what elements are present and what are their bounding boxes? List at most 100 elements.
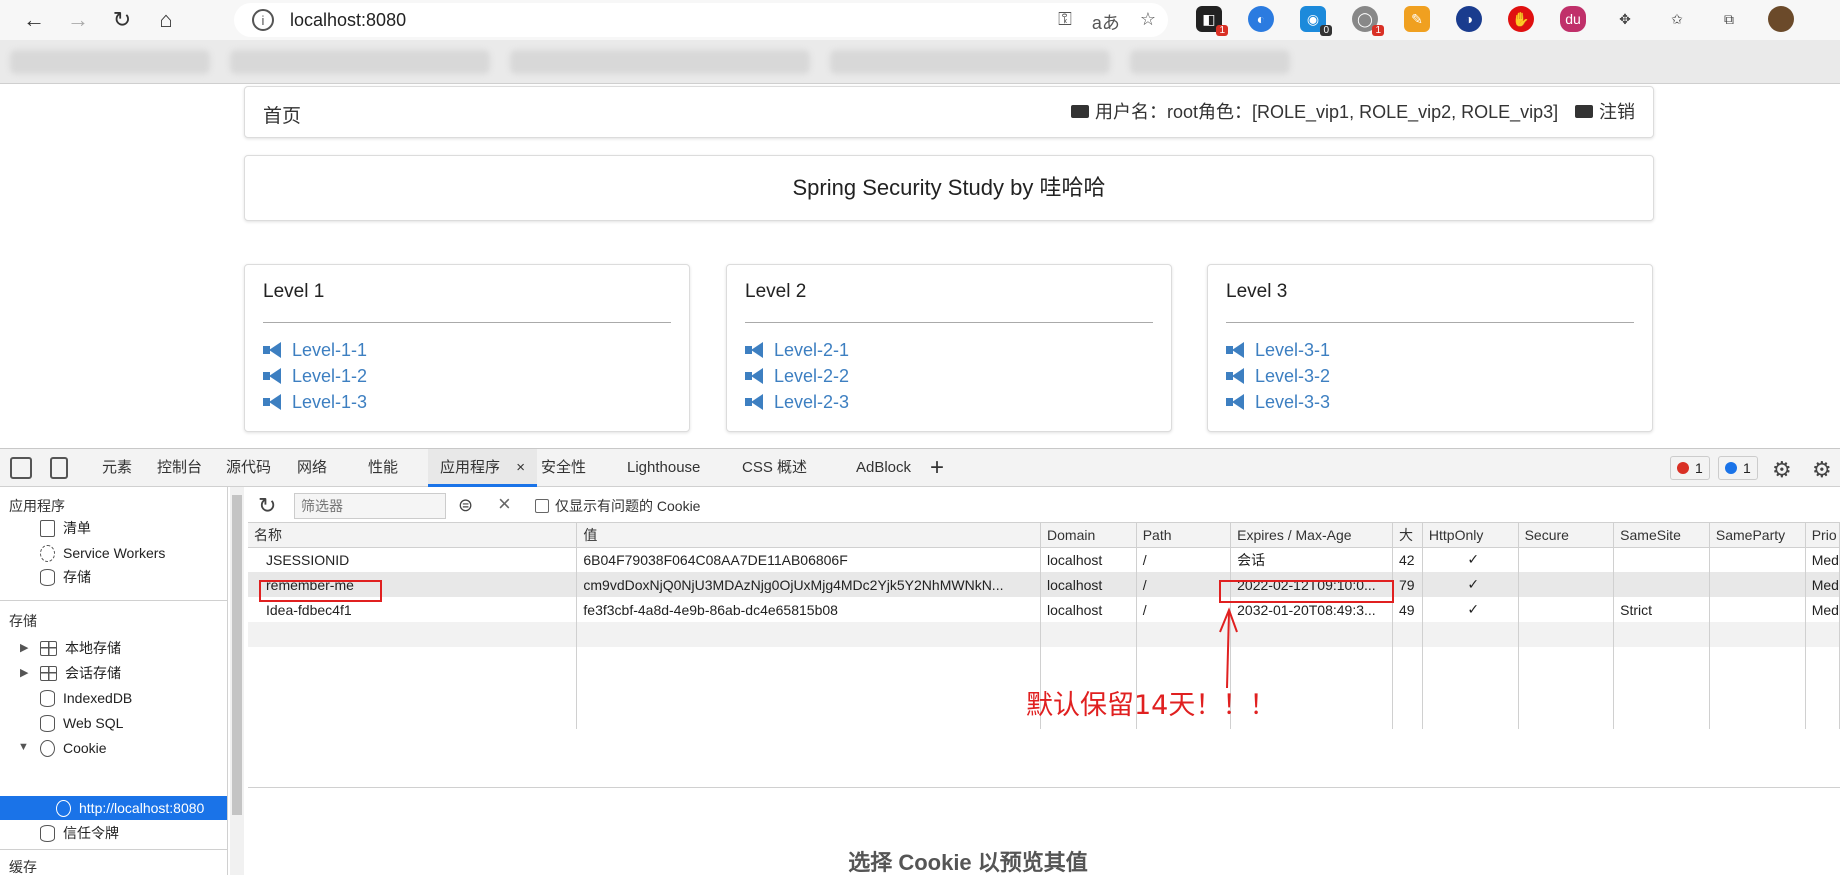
column-header[interactable]: SameSite (1613, 523, 1710, 548)
column-header[interactable]: Path (1136, 523, 1232, 548)
level-link[interactable]: Level-1-2 (263, 363, 367, 389)
column-header[interactable]: 大 (1392, 523, 1423, 548)
cookie-size[interactable]: 49 (1392, 597, 1423, 622)
close-icon[interactable]: × (516, 459, 525, 476)
cookie-expires[interactable]: 会话 (1230, 547, 1393, 572)
collections-icon[interactable]: ⧉ (1716, 6, 1742, 32)
collapse-arrow-icon[interactable]: ▼ (18, 741, 29, 753)
customize-icon[interactable]: ⚙ (1812, 457, 1832, 483)
cookie-secure[interactable] (1518, 547, 1615, 572)
tab-application-label[interactable]: 应用程序 (440, 459, 500, 476)
tab-application[interactable]: 应用程序 × (428, 449, 537, 487)
extension-icon[interactable]: ◐ (1248, 6, 1274, 32)
logout-label[interactable]: 注销 (1599, 98, 1635, 124)
level-link[interactable]: Level-3-2 (1226, 363, 1330, 389)
tab-console[interactable]: 控制台 (157, 449, 202, 487)
device-toolbar-icon[interactable] (50, 457, 68, 479)
url-text[interactable]: localhost:8080 (290, 10, 406, 31)
cookie-priority[interactable]: Med (1805, 572, 1840, 597)
column-header[interactable]: 名称 (248, 523, 578, 548)
info-icon[interactable]: i (252, 9, 274, 31)
column-header[interactable]: Domain (1040, 523, 1137, 548)
table-row[interactable]: remember-me cm9vdDoxNjQ0NjU3MDAzNjg0OjUx… (248, 572, 1840, 597)
tab-security[interactable]: 安全性 (541, 449, 586, 487)
column-header[interactable]: Prio (1805, 523, 1840, 548)
sidebar-item-storage[interactable]: 存储 (40, 566, 91, 588)
sidebar-item-websql[interactable]: Web SQL (40, 712, 123, 734)
cookie-samesite[interactable] (1613, 572, 1710, 597)
cookie-httponly[interactable]: ✓ (1422, 572, 1519, 597)
expand-arrow-icon[interactable]: ▶ (20, 641, 28, 654)
level-link[interactable]: Level-1-3 (263, 389, 367, 415)
cookie-sameparty[interactable] (1709, 547, 1806, 572)
read-aloud-icon[interactable]: aあ (1092, 9, 1120, 35)
sidebar-item-trust-tokens[interactable]: 信任令牌 (40, 822, 119, 844)
sidebar-item-manifest[interactable]: 清单 (40, 517, 91, 539)
cookie-path[interactable]: / (1136, 572, 1232, 597)
extension-icon[interactable]: ◉ 0 (1300, 6, 1332, 36)
tab-sources[interactable]: 源代码 (226, 449, 271, 487)
column-header[interactable]: Secure (1518, 523, 1615, 548)
sidebar-item-cookie[interactable]: Cookie (40, 737, 107, 759)
level-link[interactable]: Level-3-1 (1226, 337, 1330, 363)
forward-button[interactable]: → (56, 0, 100, 40)
column-header[interactable]: Expires / Max-Age (1230, 523, 1393, 548)
column-header[interactable]: SameParty (1709, 523, 1806, 548)
adblock-icon[interactable]: ✋ (1508, 6, 1534, 32)
cookie-priority[interactable]: Med (1805, 547, 1840, 572)
column-header[interactable]: HttpOnly (1422, 523, 1519, 548)
tab-network[interactable]: 网络 (297, 449, 327, 487)
cookie-sameparty[interactable] (1709, 572, 1806, 597)
tab-elements[interactable]: 元素 (102, 449, 132, 487)
tab-lighthouse[interactable]: Lighthouse (627, 449, 700, 487)
key-icon[interactable]: ⚿ (1058, 9, 1072, 35)
address-bar[interactable]: i localhost:8080 ⚿ aあ ☆ (234, 3, 1168, 37)
cookie-value[interactable]: fe3f3cbf-4a8d-4e9b-86ab-dc4e65815b08 (576, 597, 1042, 622)
sidebar-item-service-workers[interactable]: Service Workers (40, 542, 165, 564)
error-counter[interactable]: 1 (1670, 456, 1710, 480)
cookie-path[interactable]: / (1136, 547, 1232, 572)
level-link[interactable]: Level-1-1 (263, 337, 367, 363)
cookie-value[interactable]: 6B04F79038F064C08AA7DE11AB06806F (576, 547, 1042, 572)
favorites-icon[interactable]: ✩ (1664, 6, 1690, 32)
cookie-samesite[interactable]: Strict (1613, 597, 1710, 622)
expand-arrow-icon[interactable]: ▶ (20, 666, 28, 679)
back-button[interactable]: ← (12, 0, 56, 40)
clear-all-icon[interactable]: ⊜ (458, 495, 473, 516)
sidebar-item-indexeddb[interactable]: IndexedDB (40, 687, 132, 709)
tab-css-overview[interactable]: CSS 概述 (742, 449, 807, 487)
refresh-icon[interactable]: ↻ (258, 493, 276, 519)
message-counter[interactable]: 1 (1718, 456, 1758, 480)
home-button[interactable]: ⌂ (144, 0, 188, 40)
filter-input[interactable] (294, 493, 446, 519)
extensions-puzzle-icon[interactable]: ✥ (1612, 6, 1638, 32)
cookie-name[interactable]: JSESSIONID (248, 547, 578, 572)
avatar[interactable] (1768, 6, 1794, 32)
cookie-samesite[interactable] (1613, 547, 1710, 572)
cookie-httponly[interactable]: ✓ (1422, 547, 1519, 572)
reload-button[interactable]: ↻ (100, 0, 144, 40)
level-link[interactable]: Level-2-3 (745, 389, 849, 415)
extension-icon[interactable]: ◧ 1 (1196, 6, 1228, 36)
checkbox[interactable] (535, 499, 549, 513)
inspect-icon[interactable] (10, 457, 32, 479)
extension-icon[interactable]: du (1560, 6, 1586, 32)
only-issues-checkbox[interactable]: 仅显示有问题的 Cookie (535, 496, 700, 516)
cookie-priority[interactable]: Med (1805, 597, 1840, 622)
cookie-domain[interactable]: localhost (1040, 597, 1137, 622)
cookie-domain[interactable]: localhost (1040, 572, 1137, 597)
cookie-value[interactable]: cm9vdDoxNjQ0NjU3MDAzNjg0OjUxMjg4MDc2Yjk5… (576, 572, 1042, 597)
cookie-size[interactable]: 42 (1392, 547, 1423, 572)
add-tab-button[interactable]: + (930, 449, 944, 487)
cookie-secure[interactable] (1518, 597, 1615, 622)
extension-icon[interactable]: ✎ (1404, 6, 1430, 32)
home-link[interactable]: 首页 (263, 101, 301, 128)
settings-gear-icon[interactable]: ⚙ (1772, 457, 1792, 483)
tab-adblock[interactable]: AdBlock (856, 449, 911, 487)
table-row[interactable]: JSESSIONID 6B04F79038F064C08AA7DE11AB068… (248, 547, 1840, 572)
sidebar-scrollbar[interactable] (230, 487, 244, 875)
level-link[interactable]: Level-2-1 (745, 337, 849, 363)
sidebar-item-session-storage[interactable]: 会话存储 (40, 662, 121, 684)
tab-performance[interactable]: 性能 (368, 449, 398, 487)
logout-link[interactable]: 注销 (1575, 98, 1635, 124)
